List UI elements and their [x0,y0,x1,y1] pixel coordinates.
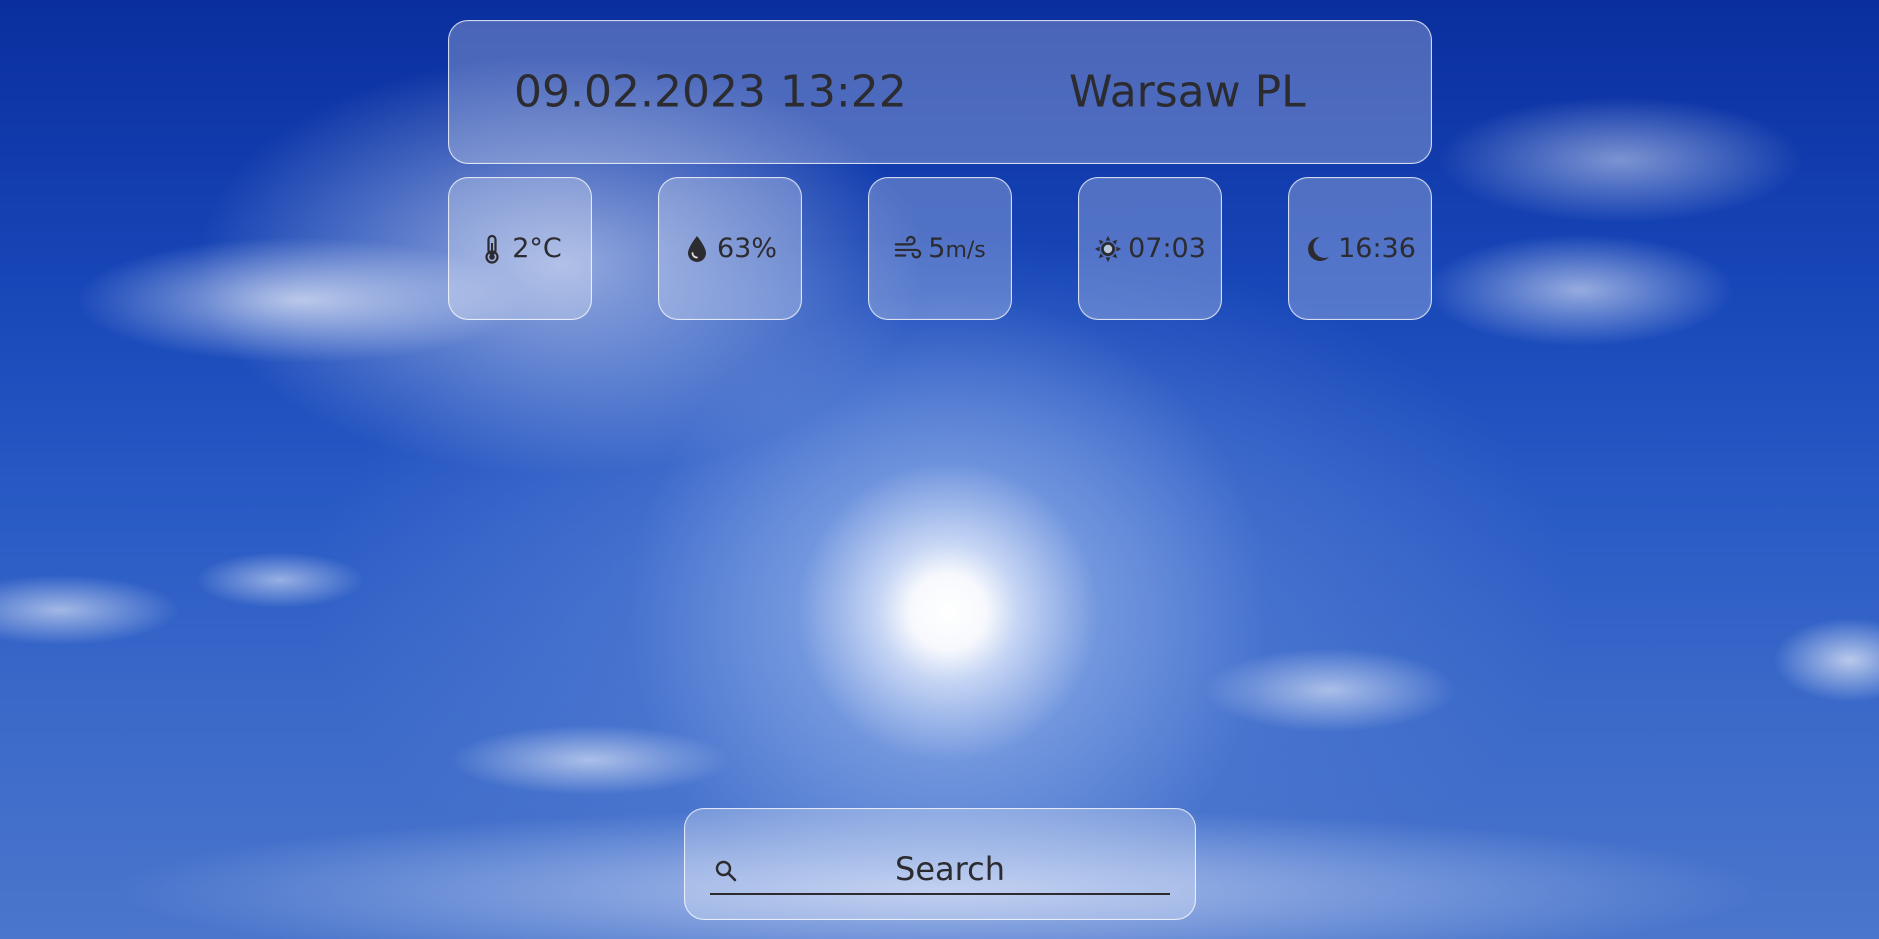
search-input[interactable] [710,845,1170,893]
humidity-tile: 63% [658,177,802,320]
humidity-value: 63% [716,233,777,264]
search-field[interactable] [710,845,1170,895]
moon-icon [1304,234,1332,264]
temperature-value: 2°C [512,233,562,264]
wind-speed: 5 [928,233,946,264]
search-icon[interactable] [714,859,738,883]
sunrise-tile: 07:03 [1078,177,1222,320]
droplet-icon [683,234,711,264]
wind-value: 5m/s [928,233,986,264]
weather-app: { "header": { "datetime": "09.02.2023 13… [0,0,1879,939]
sunset-tile: 16:36 [1288,177,1432,320]
wind-unit: m/s [945,238,986,263]
thermometer-icon [478,234,506,264]
sunrise-time: 07:03 [1128,233,1206,264]
sunrise-icon [1094,234,1122,264]
wind-icon [894,234,922,264]
header-panel: 09.02.2023 13:22 Warsaw PL [448,20,1432,164]
datetime-text: 09.02.2023 13:22 [514,66,907,118]
sunset-time: 16:36 [1338,233,1416,264]
wind-tile: 5m/s [868,177,1012,320]
temperature-tile: 2°C [448,177,592,320]
search-panel [684,808,1196,920]
location-text: Warsaw PL [1069,66,1306,118]
